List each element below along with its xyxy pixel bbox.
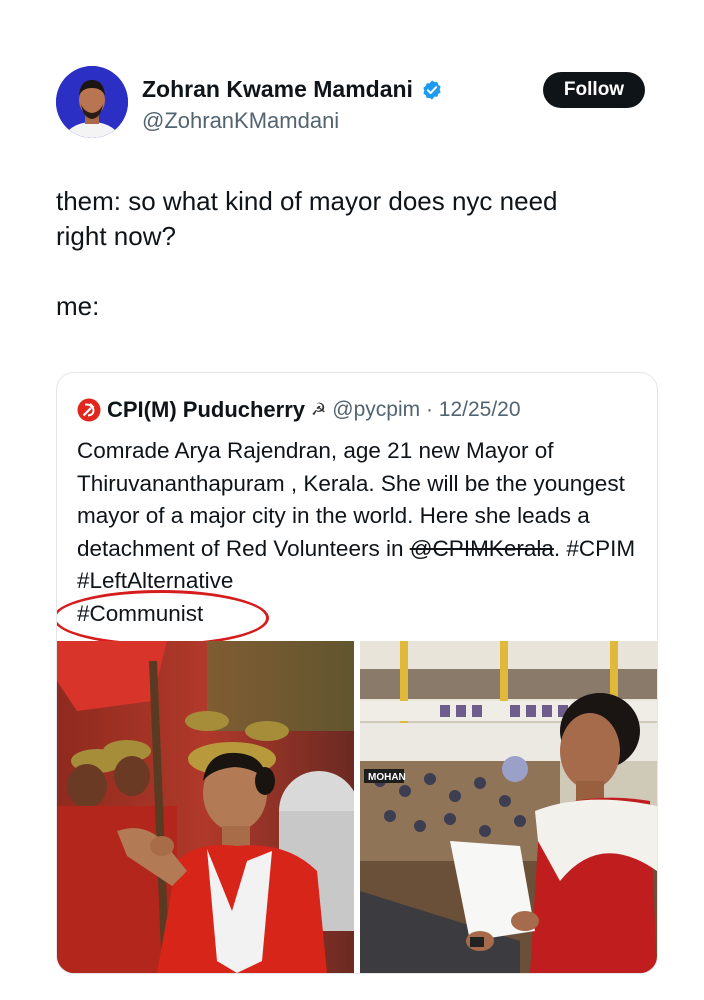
- quoted-author-name[interactable]: CPI(M) Puducherry: [107, 397, 305, 423]
- red-annotation-circle: [57, 590, 269, 646]
- star-emoji-icon: ☭: [311, 400, 327, 419]
- mention-link[interactable]: @CPIMKerala: [410, 536, 554, 561]
- quoted-header: CPI(M) Puducherry ☭ @pycpim · 12/25/20: [77, 397, 521, 423]
- photo-council-speech[interactable]: MOHAN: [360, 641, 657, 973]
- author-name-row: Zohran Kwame Mamdani: [142, 76, 443, 103]
- author-name[interactable]: Zohran Kwame Mamdani: [142, 76, 413, 103]
- quoted-handle-date[interactable]: @pycpim · 12/25/20: [332, 398, 520, 422]
- avatar-portrait-icon: [56, 66, 128, 138]
- photo-red-volunteers[interactable]: [57, 641, 354, 973]
- hammer-sickle-icon: [77, 398, 101, 422]
- mohan-name-plate: MOHAN: [368, 772, 406, 783]
- council-photo-image: MOHAN: [360, 641, 657, 973]
- author-avatar[interactable]: [56, 66, 128, 138]
- quoted-tweet-card[interactable]: CPI(M) Puducherry ☭ @pycpim · 12/25/20 C…: [56, 372, 658, 974]
- verified-badge-icon: [423, 79, 441, 100]
- volunteer-photo-image: [57, 641, 354, 973]
- follow-button[interactable]: Follow: [543, 72, 645, 108]
- tweet-text: them: so what kind of mayor does nyc nee…: [56, 186, 558, 321]
- author-handle[interactable]: @ZohranKMamdani: [142, 108, 339, 134]
